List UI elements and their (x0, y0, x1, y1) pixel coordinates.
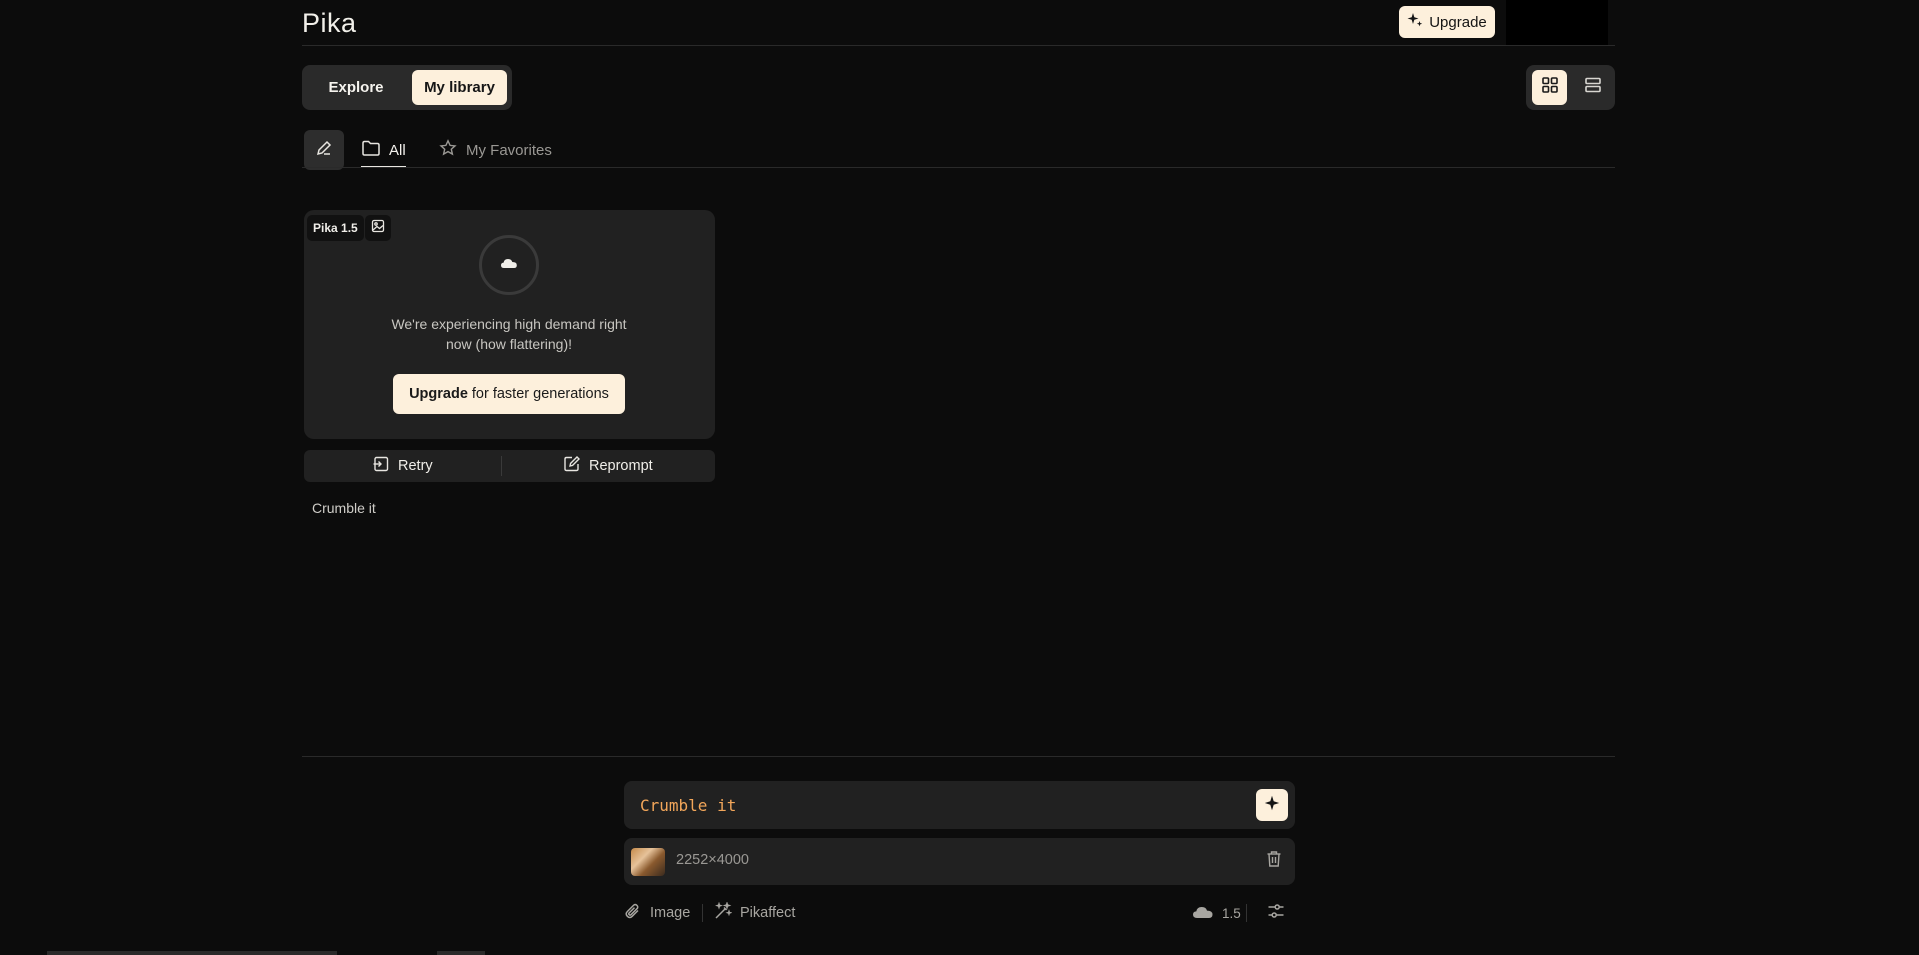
filter-divider (302, 167, 1615, 168)
upgrade-rest-label: for faster generations (471, 386, 609, 402)
pikaffect-button[interactable]: Pikaffect (714, 900, 795, 926)
list-view-button[interactable] (1575, 70, 1610, 105)
upgrade-faster-button[interactable]: Upgrade for faster generations (393, 374, 625, 414)
add-image-button[interactable]: Image (624, 900, 690, 926)
retry-label: Retry (398, 458, 433, 474)
cloud-icon (1192, 905, 1214, 922)
composer-divider (302, 756, 1615, 757)
image-option-label: Image (650, 905, 691, 921)
attachment-thumbnail[interactable] (631, 848, 665, 876)
tab-my-library[interactable]: My library (412, 70, 507, 105)
upgrade-bold-label: Upgrade (409, 386, 468, 402)
tab-favorites-label: My Favorites (466, 141, 552, 159)
header-divider (302, 45, 1615, 46)
remove-attachment-button[interactable] (1264, 850, 1284, 873)
upgrade-button[interactable]: Upgrade (1399, 6, 1495, 38)
retry-button[interactable]: Retry (372, 450, 433, 482)
folder-icon (361, 139, 381, 161)
reprompt-button[interactable]: Reprompt (563, 450, 653, 482)
option-separator (702, 904, 703, 922)
pika-logo[interactable]: Pika (302, 8, 357, 39)
list-icon (1584, 76, 1602, 99)
reprompt-label: Reprompt (589, 458, 653, 474)
scrollbar-segment (437, 951, 485, 955)
horizontal-scrollbar[interactable] (47, 951, 337, 955)
model-selector[interactable]: 1.5 (1192, 900, 1241, 926)
tab-explore[interactable]: Explore (310, 70, 402, 105)
settings-button[interactable] (1265, 902, 1287, 924)
high-demand-message: We're experiencing high demand right now… (391, 316, 627, 352)
grid-icon (1541, 76, 1559, 99)
tab-all[interactable]: All (361, 134, 406, 166)
account-menu[interactable] (1506, 0, 1608, 45)
action-separator (501, 456, 502, 476)
edit-square-icon (563, 455, 581, 477)
image-icon (371, 219, 385, 238)
cloud-icon (500, 256, 518, 274)
card-prompt-caption: Crumble it (312, 500, 376, 516)
sparkle-icon (1264, 795, 1280, 816)
sparkle-icon (1407, 12, 1423, 32)
pencil-icon (315, 139, 333, 162)
pikaffect-label: Pikaffect (740, 905, 796, 921)
grid-view-button[interactable] (1532, 70, 1567, 105)
model-version-label: 1.5 (1222, 905, 1241, 921)
retry-icon (372, 455, 390, 477)
attachment-dimensions: 2252×4000 (676, 852, 749, 868)
paperclip-icon (624, 902, 642, 924)
sliders-icon (1267, 902, 1285, 925)
prompt-input-value[interactable]: Crumble it (640, 796, 736, 815)
generate-button[interactable] (1256, 789, 1288, 821)
tab-my-favorites[interactable]: My Favorites (439, 134, 552, 166)
image-input-badge (365, 215, 391, 241)
trash-icon (1266, 850, 1282, 873)
edit-button[interactable] (304, 130, 344, 170)
star-icon (439, 139, 457, 161)
option-separator (1246, 904, 1247, 922)
loading-spinner (479, 235, 539, 295)
upgrade-label: Upgrade (1429, 13, 1487, 31)
card-action-bar (304, 450, 715, 482)
magic-wand-icon (714, 901, 733, 924)
tab-all-label: All (389, 141, 406, 159)
model-badge: Pika 1.5 (307, 215, 364, 241)
